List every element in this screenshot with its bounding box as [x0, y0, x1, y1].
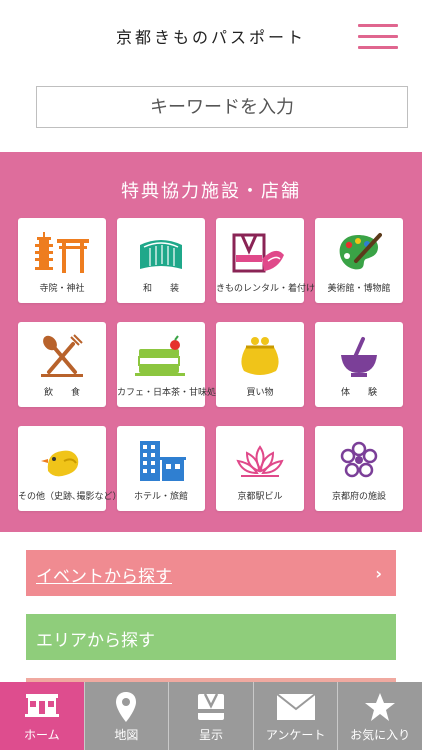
- tab-map[interactable]: 地図: [85, 682, 170, 750]
- search-by-event-button[interactable]: イベントから探す ›: [26, 550, 396, 596]
- category-prefecture-facilities[interactable]: 京都府の施設: [315, 426, 403, 511]
- home-icon: [0, 690, 84, 724]
- hamburger-menu-button[interactable]: [358, 24, 398, 50]
- obi-icon: [117, 230, 205, 276]
- category-shopping[interactable]: 買い物: [216, 322, 304, 407]
- cake-icon: [117, 334, 205, 380]
- category-kyoto-station[interactable]: 京都駅ビル: [216, 426, 304, 511]
- menu-line-icon: [358, 24, 398, 27]
- panel-title: 特典協力施設・店舗: [121, 181, 301, 202]
- tab-present[interactable]: 呈示: [169, 682, 254, 750]
- button-label: イベントから探す: [36, 567, 172, 587]
- tea-bowl-icon: [315, 334, 403, 380]
- category-panel: 特典協力施設・店舗 寺院・神社 和 装 きものレンタル・着付け 美術館・博物館 …: [0, 152, 422, 532]
- search-box: [36, 86, 408, 128]
- search-by-area-button[interactable]: エリアから探す: [26, 614, 396, 660]
- kimono-card-icon: [169, 690, 253, 724]
- category-experience[interactable]: 体 験: [315, 322, 403, 407]
- category-others[interactable]: その他（史跡､撮影など）: [18, 426, 122, 511]
- category-museums[interactable]: 美術館・博物館: [315, 218, 403, 303]
- tile-label: 飲 食: [43, 388, 80, 398]
- flower-crest-icon: [315, 438, 403, 484]
- tab-label: 地図: [114, 728, 139, 742]
- category-hotels[interactable]: ホテル・旅館: [117, 426, 205, 511]
- tab-home[interactable]: ホーム: [0, 682, 85, 750]
- tab-survey[interactable]: アンケート: [254, 682, 339, 750]
- tile-label: カフェ・日本茶・甘味処: [117, 388, 217, 398]
- tile-label: 体 験: [340, 388, 377, 398]
- envelope-icon: [254, 690, 338, 724]
- tile-label: 京都駅ビル: [237, 492, 283, 502]
- category-dining[interactable]: 飲 食: [18, 322, 106, 407]
- kimono-icon: [216, 230, 304, 276]
- header: 京都きものパスポート: [0, 0, 422, 72]
- tab-label: お気に入り: [350, 728, 411, 742]
- hotel-icon: [117, 438, 205, 484]
- category-wasou[interactable]: 和 装: [117, 218, 205, 303]
- bird-icon: [18, 438, 106, 484]
- chevron-right-icon: ›: [375, 564, 382, 583]
- palette-icon: [315, 230, 403, 276]
- category-temples-shrines[interactable]: 寺院・神社: [18, 218, 106, 303]
- tile-label: その他（史跡､撮影など）: [18, 492, 122, 502]
- torii-pagoda-icon: [18, 230, 106, 276]
- fork-spoon-icon: [18, 334, 106, 380]
- tile-label: 和 装: [142, 284, 179, 294]
- tab-label: 呈示: [198, 728, 223, 742]
- button-label: エリアから探す: [36, 631, 155, 651]
- category-cafe[interactable]: カフェ・日本茶・甘味処: [117, 322, 217, 407]
- tile-label: ホテル・旅館: [133, 492, 188, 502]
- tab-label: アンケート: [265, 728, 326, 742]
- tile-label: 美術館・博物館: [327, 284, 391, 294]
- lotus-icon: [216, 438, 304, 484]
- tab-favorites[interactable]: お気に入り: [338, 682, 422, 750]
- menu-line-icon: [358, 46, 398, 49]
- purse-icon: [216, 334, 304, 380]
- tile-label: 寺院・神社: [39, 284, 85, 294]
- map-pin-icon: [85, 690, 169, 724]
- category-kimono-rental[interactable]: きものレンタル・着付け: [216, 218, 316, 303]
- search-input[interactable]: [37, 87, 407, 127]
- tile-label: きものレンタル・着付け: [216, 284, 316, 294]
- star-icon: [338, 690, 422, 724]
- tile-label: 京都府の施設: [331, 492, 386, 502]
- menu-line-icon: [358, 35, 398, 38]
- tab-bar: ホーム 地図 呈示 アンケート お気に入り: [0, 682, 422, 750]
- tile-label: 買い物: [246, 388, 274, 398]
- tab-label: ホーム: [23, 728, 60, 742]
